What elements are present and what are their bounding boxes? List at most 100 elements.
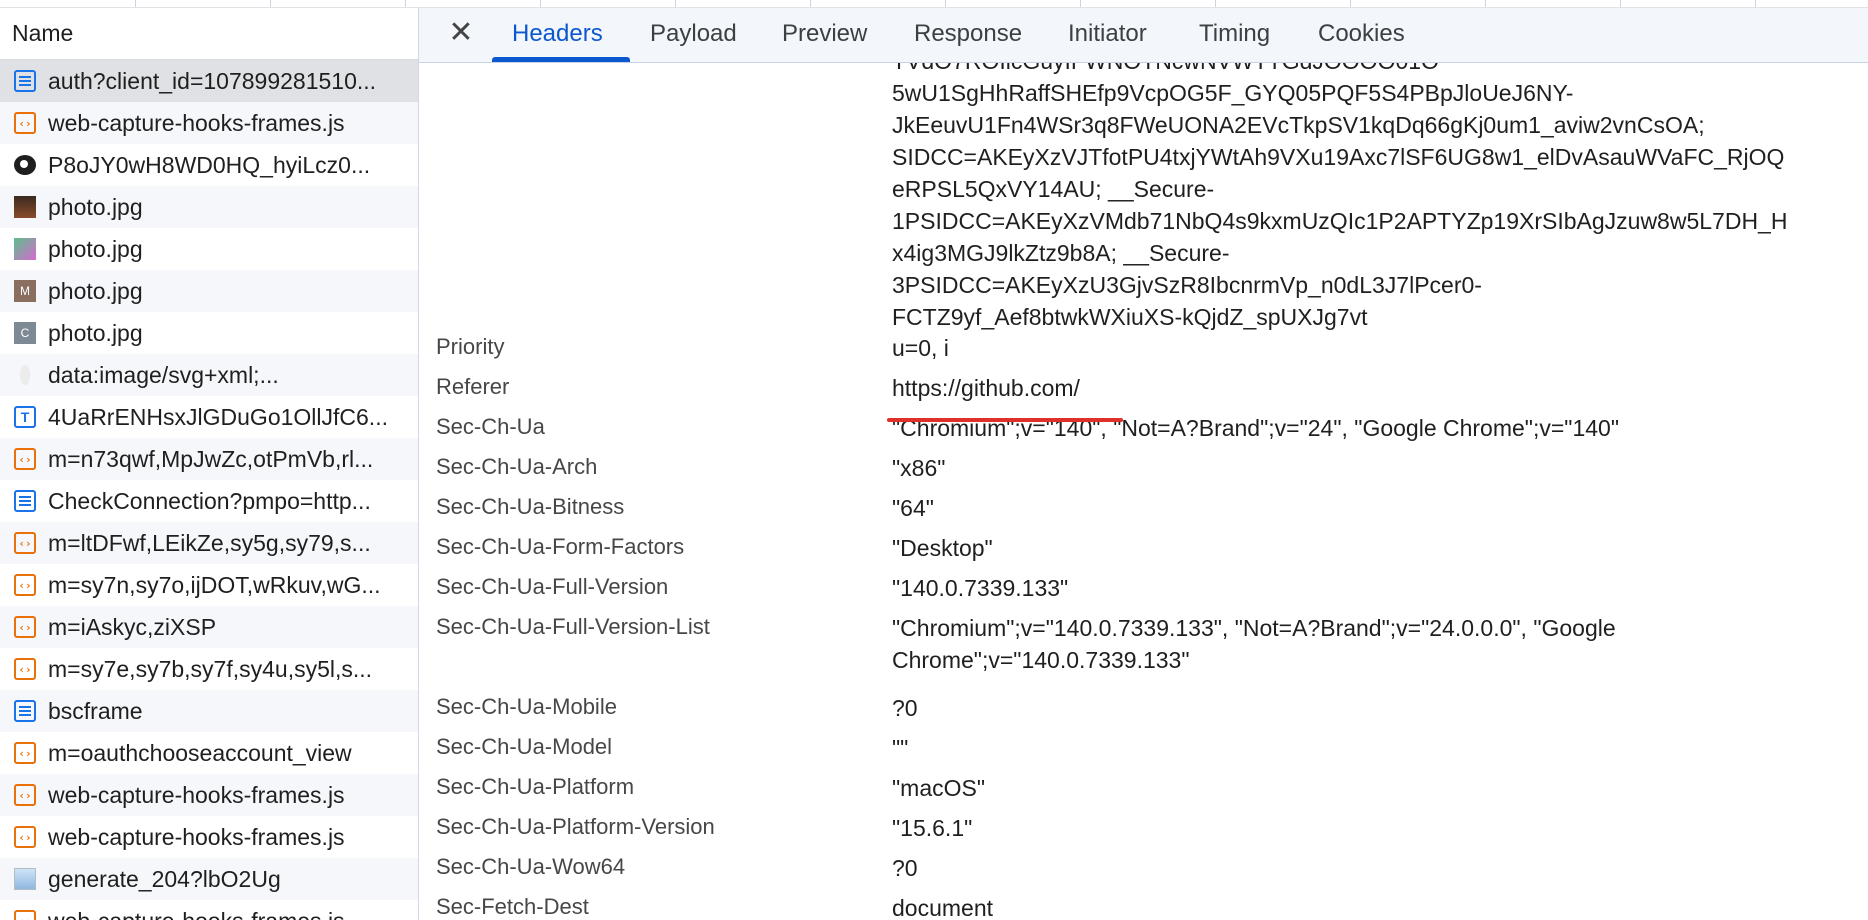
request-row[interactable]: Cphoto.jpg <box>0 312 418 354</box>
header-name: Sec-Ch-Ua-Bitness <box>436 494 625 519</box>
request-row[interactable]: Mphoto.jpg <box>0 270 418 312</box>
request-details-panel: ✕ Headers Payload Preview Response Initi… <box>419 8 1868 920</box>
photo-icon <box>14 196 36 218</box>
cookie-value-line: TVdO7ROIlcGuyIFWNOTNcwNVWTTGdJOOOO01O <box>892 63 1852 77</box>
header-name: Sec-Ch-Ua-Form-Factors <box>436 534 685 559</box>
request-row[interactable]: P8oJY0wH8WD0HQ_hyiLcz0... <box>0 144 418 186</box>
tab-payload[interactable]: Payload <box>650 20 737 62</box>
request-name: auth?client_id=107899281510... <box>48 67 377 94</box>
request-row[interactable]: auth?client_id=107899281510... <box>0 60 418 102</box>
name-column-header[interactable]: Name <box>0 8 418 60</box>
header-name: Priority <box>436 334 505 359</box>
tab-response[interactable]: Response <box>914 20 1022 62</box>
request-name: web-capture-hooks-frames.js <box>48 781 345 808</box>
request-row[interactable]: ‹› m=sy7n,sy7o,ijDOT,wRkuv,wG... <box>0 564 418 606</box>
tab-preview[interactable]: Preview <box>782 20 867 62</box>
header-name: Sec-Fetch-Dest <box>436 894 589 919</box>
request-row[interactable]: ‹› m=oauthchooseaccount_view <box>0 732 418 774</box>
close-icon[interactable]: ✕ <box>446 18 476 48</box>
script-icon: ‹› <box>14 784 36 806</box>
cookie-value-line: x4ig3MGJ9lkZtz9b8A; __Secure- <box>892 240 1230 266</box>
header-name: Sec-Ch-Ua-Model <box>436 734 613 759</box>
request-row[interactable]: CheckConnection?pmpo=http... <box>0 480 418 522</box>
header-name: Sec-Ch-Ua-Wow64 <box>436 854 626 879</box>
request-row[interactable]: photo.jpg <box>0 186 418 228</box>
request-name: photo.jpg <box>48 319 143 346</box>
details-tab-bar: ✕ Headers Payload Preview Response Initi… <box>419 8 1868 63</box>
cookie-value-line: FCTZ9yf_Aef8btwkWXiuXS-kQjdZ_spUXJg7vt <box>892 304 1368 330</box>
header-value[interactable]: ?0 <box>892 852 1852 884</box>
header-value[interactable]: "140.0.7339.133" <box>892 572 1852 604</box>
doc-icon <box>14 490 36 512</box>
request-row[interactable]: bscframe <box>0 690 418 732</box>
request-name: m=sy7e,sy7b,sy7f,sy4u,sy5l,s... <box>48 655 373 682</box>
header-value[interactable]: "15.6.1" <box>892 812 1852 844</box>
tab-timing[interactable]: Timing <box>1199 20 1270 62</box>
header-name: Referer <box>436 374 510 399</box>
request-name: photo.jpg <box>48 193 143 220</box>
request-row[interactable]: ‹› m=sy7e,sy7b,sy7f,sy4u,sy5l,s... <box>0 648 418 690</box>
cookie-value-line: 1PSIDCC=AKEyXzVMdb71NbQ4s9kxmUzQIc1P2APT… <box>892 208 1788 234</box>
request-row[interactable]: generate_204?lbO2Ug <box>0 858 418 900</box>
photo-icon: M <box>14 280 36 302</box>
request-name: m=n73qwf,MpJwZc,otPmVb,rl... <box>48 445 374 472</box>
cookie-value-line: SIDCC=AKEyXzVJTfotPU4txjYWtAh9VXu19Axc7l… <box>892 144 1785 170</box>
top-tab-strip <box>0 0 1868 8</box>
image-icon <box>14 868 36 890</box>
header-value[interactable]: document <box>892 892 1852 920</box>
request-name: 4UaRrENHsxJlGDuGo1OllJfC6... <box>48 403 388 430</box>
request-row[interactable]: T 4UaRrENHsxJlGDuGo1OllJfC6... <box>0 396 418 438</box>
header-value[interactable]: "Chromium";v="140", "Not=A?Brand";v="24"… <box>892 412 1852 444</box>
header-value[interactable]: "macOS" <box>892 772 1852 804</box>
request-row[interactable]: ‹› web-capture-hooks-frames.js <box>0 102 418 144</box>
name-column-label: Name <box>12 20 74 46</box>
request-name: generate_204?lbO2Ug <box>48 865 281 892</box>
request-row[interactable]: ‹› web-capture-hooks-frames.js <box>0 900 418 920</box>
header-value[interactable]: "Desktop" <box>892 532 1852 564</box>
request-name: photo.jpg <box>48 277 143 304</box>
cookie-value-line: 3PSIDCC=AKEyXzU3GjvSzR8IbcnrmVp_n0dL3J7l… <box>892 272 1482 298</box>
request-list-panel: Name auth?client_id=107899281510... ‹› web… <box>0 8 419 920</box>
header-value[interactable]: ?0 <box>892 692 1852 724</box>
svg-image-icon <box>20 365 30 385</box>
request-row[interactable]: ‹› web-capture-hooks-frames.js <box>0 816 418 858</box>
request-name: m=iAskyc,ziXSP <box>48 613 217 640</box>
tab-cookies[interactable]: Cookies <box>1318 20 1405 62</box>
header-name: Sec-Ch-Ua-Full-Version <box>436 574 669 599</box>
header-name: Sec-Ch-Ua-Arch <box>436 454 598 479</box>
request-name: m=sy7n,sy7o,ijDOT,wRkuv,wG... <box>48 571 381 598</box>
header-value[interactable]: "x86" <box>892 452 1852 484</box>
script-icon: ‹› <box>14 742 36 764</box>
cookie-value-line: JkEeuvU1Fn4WSr3q8FWeUONA2EVcTkpSV1kqDq66… <box>892 112 1705 138</box>
request-row[interactable]: ‹› m=ltDFwf,LEikZe,sy5g,sy79,s... <box>0 522 418 564</box>
github-icon <box>14 155 36 175</box>
request-name: web-capture-hooks-frames.js <box>48 109 345 136</box>
request-name: photo.jpg <box>48 235 143 262</box>
script-icon: ‹› <box>14 112 36 134</box>
request-row[interactable]: ‹› m=iAskyc,ziXSP <box>0 606 418 648</box>
request-row[interactable]: data:image/svg+xml;... <box>0 354 418 396</box>
photo-icon <box>14 238 36 260</box>
request-name: web-capture-hooks-frames.js <box>48 823 345 850</box>
photo-icon: C <box>14 322 36 344</box>
request-list: auth?client_id=107899281510... ‹› web-capt… <box>0 60 418 920</box>
script-icon: ‹› <box>14 532 36 554</box>
request-name: bscframe <box>48 697 143 724</box>
script-icon: ‹› <box>14 910 36 920</box>
header-value[interactable]: "64" <box>892 492 1852 524</box>
request-row[interactable]: photo.jpg <box>0 228 418 270</box>
font-icon: T <box>14 406 36 428</box>
header-value[interactable]: u=0, i <box>892 332 1852 364</box>
header-value[interactable]: https://github.com/ <box>892 372 1852 404</box>
request-row[interactable]: ‹› web-capture-hooks-frames.js <box>0 774 418 816</box>
tab-headers[interactable]: Headers <box>512 20 603 62</box>
doc-icon <box>14 700 36 722</box>
tab-initiator[interactable]: Initiator <box>1068 20 1147 62</box>
script-icon: ‹› <box>14 574 36 596</box>
header-value[interactable]: "" <box>892 732 1852 764</box>
header-value[interactable]: "Chromium";v="140.0.7339.133", "Not=A?Br… <box>892 612 1852 676</box>
cookie-header-value: TVdO7ROIlcGuyIFWNOTNcwNVWTTGdJOOOO01O 5wU… <box>892 63 1852 333</box>
request-row[interactable]: ‹› m=n73qwf,MpJwZc,otPmVb,rl... <box>0 438 418 480</box>
header-name: Sec-Ch-Ua-Full-Version-List <box>436 614 710 639</box>
header-name: Sec-Ch-Ua-Platform <box>436 774 635 799</box>
